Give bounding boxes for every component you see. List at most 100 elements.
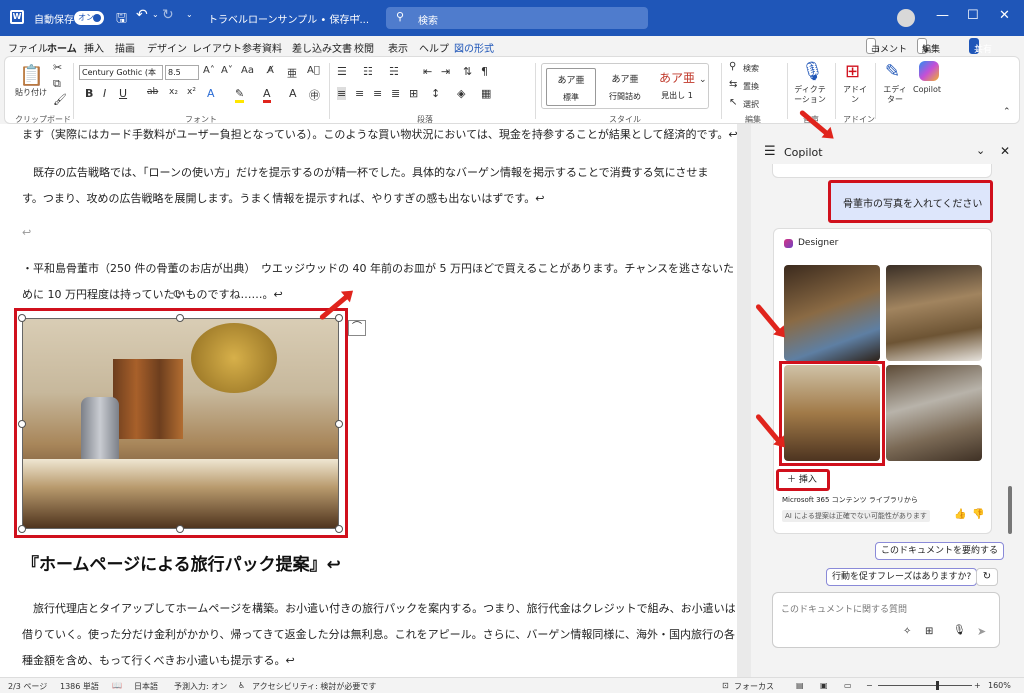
addins-button-label[interactable]: アドイン <box>843 85 867 105</box>
line-spacing-icon[interactable]: ↕ <box>431 87 440 100</box>
word-count[interactable]: 1386 単語 <box>60 681 99 692</box>
close-pane-icon[interactable]: ✕ <box>1000 144 1010 158</box>
style-normal[interactable]: あア亜 標準 <box>546 68 596 106</box>
styles-gallery[interactable]: あア亜 標準 あア亜 行間詰め あア亜 見出し 1 <box>541 63 709 109</box>
copilot-button-label[interactable]: Copilot <box>913 85 941 94</box>
page-count[interactable]: 2/3 ページ <box>8 681 47 692</box>
refresh-icon[interactable]: ↻ <box>976 568 998 586</box>
zoom-slider-thumb[interactable] <box>936 681 939 690</box>
insert-button[interactable]: ＋ 挿入 <box>776 469 830 491</box>
read-mode-icon[interactable]: ▤ <box>796 681 804 690</box>
suggestion-call-to-action[interactable]: 行動を促すフレーズはありますか? <box>826 568 978 586</box>
highlight-icon[interactable]: ✎ <box>235 87 245 103</box>
prompt-guide-icon[interactable]: ✧ <box>903 626 911 637</box>
suggested-image-1[interactable] <box>784 265 880 361</box>
focus-mode[interactable]: フォーカス <box>734 681 774 692</box>
distributed-icon[interactable]: ⊞ <box>409 87 418 100</box>
undo-dropdown-icon[interactable]: ⌄ <box>152 10 159 19</box>
resize-handle[interactable] <box>335 525 343 533</box>
suggested-image-4[interactable] <box>886 365 982 461</box>
char-shading-icon[interactable]: A <box>289 87 297 100</box>
tab-references[interactable]: 参考資料 <box>242 40 282 55</box>
menu-icon[interactable]: ☰ <box>764 144 776 159</box>
minimize-icon[interactable]: — <box>936 8 949 23</box>
resize-handle[interactable] <box>18 525 26 533</box>
accessibility-status[interactable]: アクセシビリティ: 検討が必要です <box>252 681 376 692</box>
grow-font-icon[interactable]: A˄ <box>203 65 215 76</box>
styles-more-icon[interactable]: ⌄ <box>699 75 707 85</box>
undo-icon[interactable]: ↶ <box>136 7 148 23</box>
zoom-out-icon[interactable]: − <box>866 681 873 690</box>
redo-icon[interactable]: ↻ <box>162 7 174 23</box>
style-no-spacing[interactable]: あア亜 行間詰め <box>600 68 650 106</box>
char-border-icon[interactable]: A⃞ <box>307 65 320 76</box>
chat-input[interactable]: このドキュメントに関する質問 ✧ ⊞ 🎙 ➤ <box>772 592 1000 648</box>
tab-layout[interactable]: レイアウト <box>192 40 242 55</box>
web-layout-icon[interactable]: ▭ <box>844 681 852 690</box>
text-effects-icon[interactable]: A <box>207 87 215 100</box>
style-heading1[interactable]: あア亜 見出し 1 <box>652 68 702 106</box>
comment-button[interactable]: ▭ コメント <box>866 38 907 55</box>
sort-icon[interactable]: ⇅ <box>463 65 472 78</box>
italic-icon[interactable]: I <box>103 87 106 100</box>
rotate-handle-icon[interactable]: ⟳ <box>173 287 183 301</box>
numbering-icon[interactable]: ☷ <box>363 65 373 78</box>
find-icon[interactable]: ⚲ <box>729 61 736 72</box>
tab-design[interactable]: デザイン <box>147 40 187 55</box>
zoom-slider[interactable] <box>878 685 972 686</box>
layout-options-icon[interactable]: ⌒ <box>348 320 366 336</box>
suggestion-summarize[interactable]: このドキュメントを要約する <box>875 542 1005 560</box>
multilevel-icon[interactable]: ☵ <box>389 65 399 78</box>
tab-view[interactable]: 表示 <box>388 40 408 55</box>
copy-icon[interactable]: ⧉ <box>53 77 61 91</box>
search-box[interactable]: ⚲ 検索 <box>386 7 648 29</box>
paste-button-label[interactable]: 貼り付け <box>15 87 47 98</box>
tab-picture-format[interactable]: 図の形式 <box>454 40 494 55</box>
account-avatar[interactable] <box>897 9 915 27</box>
cut-icon[interactable]: ✂ <box>53 61 62 74</box>
resize-handle[interactable] <box>335 314 343 322</box>
editor-button-label[interactable]: エディター <box>883 85 907 105</box>
shading-icon[interactable]: ◈ <box>457 87 465 100</box>
dictate-button-label[interactable]: ディクテーション <box>793 85 827 105</box>
select-icon[interactable]: ↖ <box>729 97 737 108</box>
bold-icon[interactable]: B <box>85 87 93 100</box>
format-painter-icon[interactable]: 🖌 <box>53 93 67 106</box>
document-scrollbar[interactable] <box>737 124 751 677</box>
word-icon[interactable]: W <box>10 10 24 24</box>
font-size-select[interactable]: 8.5 <box>165 65 199 80</box>
addins-icon[interactable]: ⊞ <box>845 61 860 82</box>
resize-handle[interactable] <box>335 420 343 428</box>
font-name-select[interactable]: Century Gothic (本 <box>79 65 163 80</box>
copilot-icon[interactable] <box>919 61 939 81</box>
strikethrough-icon[interactable]: ab <box>147 87 158 97</box>
editor-icon[interactable]: ✎ <box>885 61 900 82</box>
chevron-down-icon[interactable]: ⌄ <box>976 144 985 157</box>
tab-review[interactable]: 校閲 <box>354 40 374 55</box>
inserted-antique-photo[interactable] <box>22 318 339 529</box>
find-button-label[interactable]: 検索 <box>743 63 759 74</box>
share-button[interactable]: ⇪ 共有 ⌄ <box>969 38 992 55</box>
resize-handle[interactable] <box>176 314 184 322</box>
replace-button-label[interactable]: 置換 <box>743 81 759 92</box>
resize-handle[interactable] <box>176 525 184 533</box>
edit-mode-button[interactable]: ✎ 編集 ⌄ <box>917 38 940 55</box>
maximize-icon[interactable]: ☐ <box>967 8 979 23</box>
underline-icon[interactable]: U <box>119 87 127 100</box>
send-icon[interactable]: ➤ <box>977 625 986 638</box>
document-title[interactable]: トラベルローンサンプル • 保存中... <box>208 11 369 26</box>
ribbon-collapse-icon[interactable]: ⌃ <box>1003 107 1011 117</box>
tab-insert[interactable]: 挿入 <box>84 40 104 55</box>
increase-indent-icon[interactable]: ⇥ <box>441 65 450 78</box>
print-layout-icon[interactable]: ▣ <box>820 681 828 690</box>
enclose-char-icon[interactable]: ㊥ <box>309 87 320 103</box>
tab-mailings[interactable]: 差し込み文書 <box>292 40 352 55</box>
tab-draw[interactable]: 描画 <box>115 40 135 55</box>
align-left-icon[interactable]: ≡ <box>337 87 347 100</box>
shrink-font-icon[interactable]: A˅ <box>221 65 233 76</box>
phonetic-icon[interactable]: 亜 <box>287 65 297 80</box>
thumbs-up-icon[interactable]: 👍 <box>954 509 966 520</box>
predictive-input[interactable]: 予測入力: オン <box>174 681 227 692</box>
save-icon[interactable]: 🖫 <box>116 9 127 31</box>
language[interactable]: 日本語 <box>134 681 158 692</box>
